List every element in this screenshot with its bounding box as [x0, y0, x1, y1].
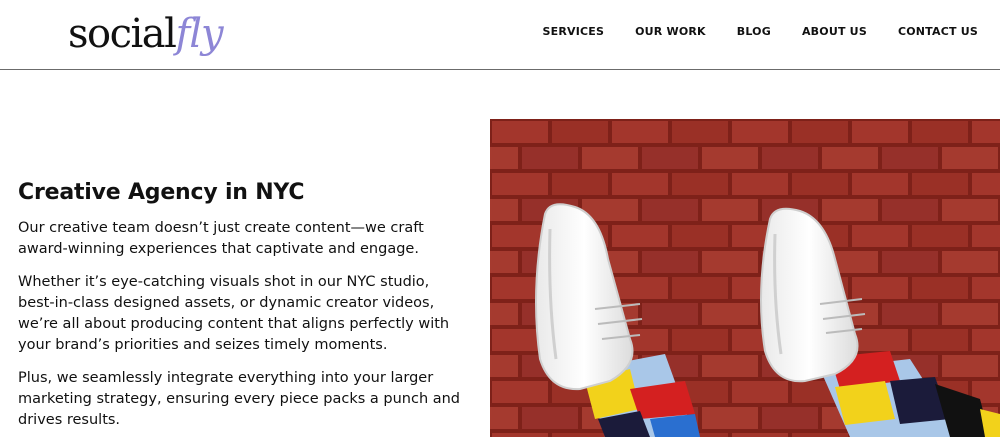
hero-image [490, 119, 1000, 437]
logo[interactable]: socialfly [68, 4, 224, 64]
nav-item-about-us[interactable]: ABOUT US [802, 25, 867, 38]
strategy-paragraph: Plus, we seamlessly integrate everything… [18, 370, 461, 428]
nav-item-services[interactable]: SERVICES [542, 25, 604, 38]
intro-paragraph: Our creative team doesn’t just create co… [18, 220, 424, 257]
nav-item-contact-us[interactable]: CONTACT US [898, 25, 978, 38]
studio-paragraph: Whether it’s eye-catching visuals shot i… [18, 274, 450, 353]
intro-section: Creative Agency in NYC Our creative team… [18, 178, 470, 443]
main-nav: SERVICES OUR WORK BLOG ABOUT US CONTACT … [511, 0, 978, 62]
nav-item-blog[interactable]: BLOG [737, 25, 771, 38]
logo-wordmark: social [68, 11, 177, 57]
site-header: socialfly SERVICES OUR WORK BLOG ABOUT U… [0, 0, 1000, 70]
page-title: Creative Agency in NYC [18, 180, 305, 205]
logo-wordmark-accent: fly [175, 11, 223, 57]
nav-item-our-work[interactable]: OUR WORK [635, 25, 706, 38]
sneakers-on-brick-wall-illustration [490, 119, 1000, 437]
